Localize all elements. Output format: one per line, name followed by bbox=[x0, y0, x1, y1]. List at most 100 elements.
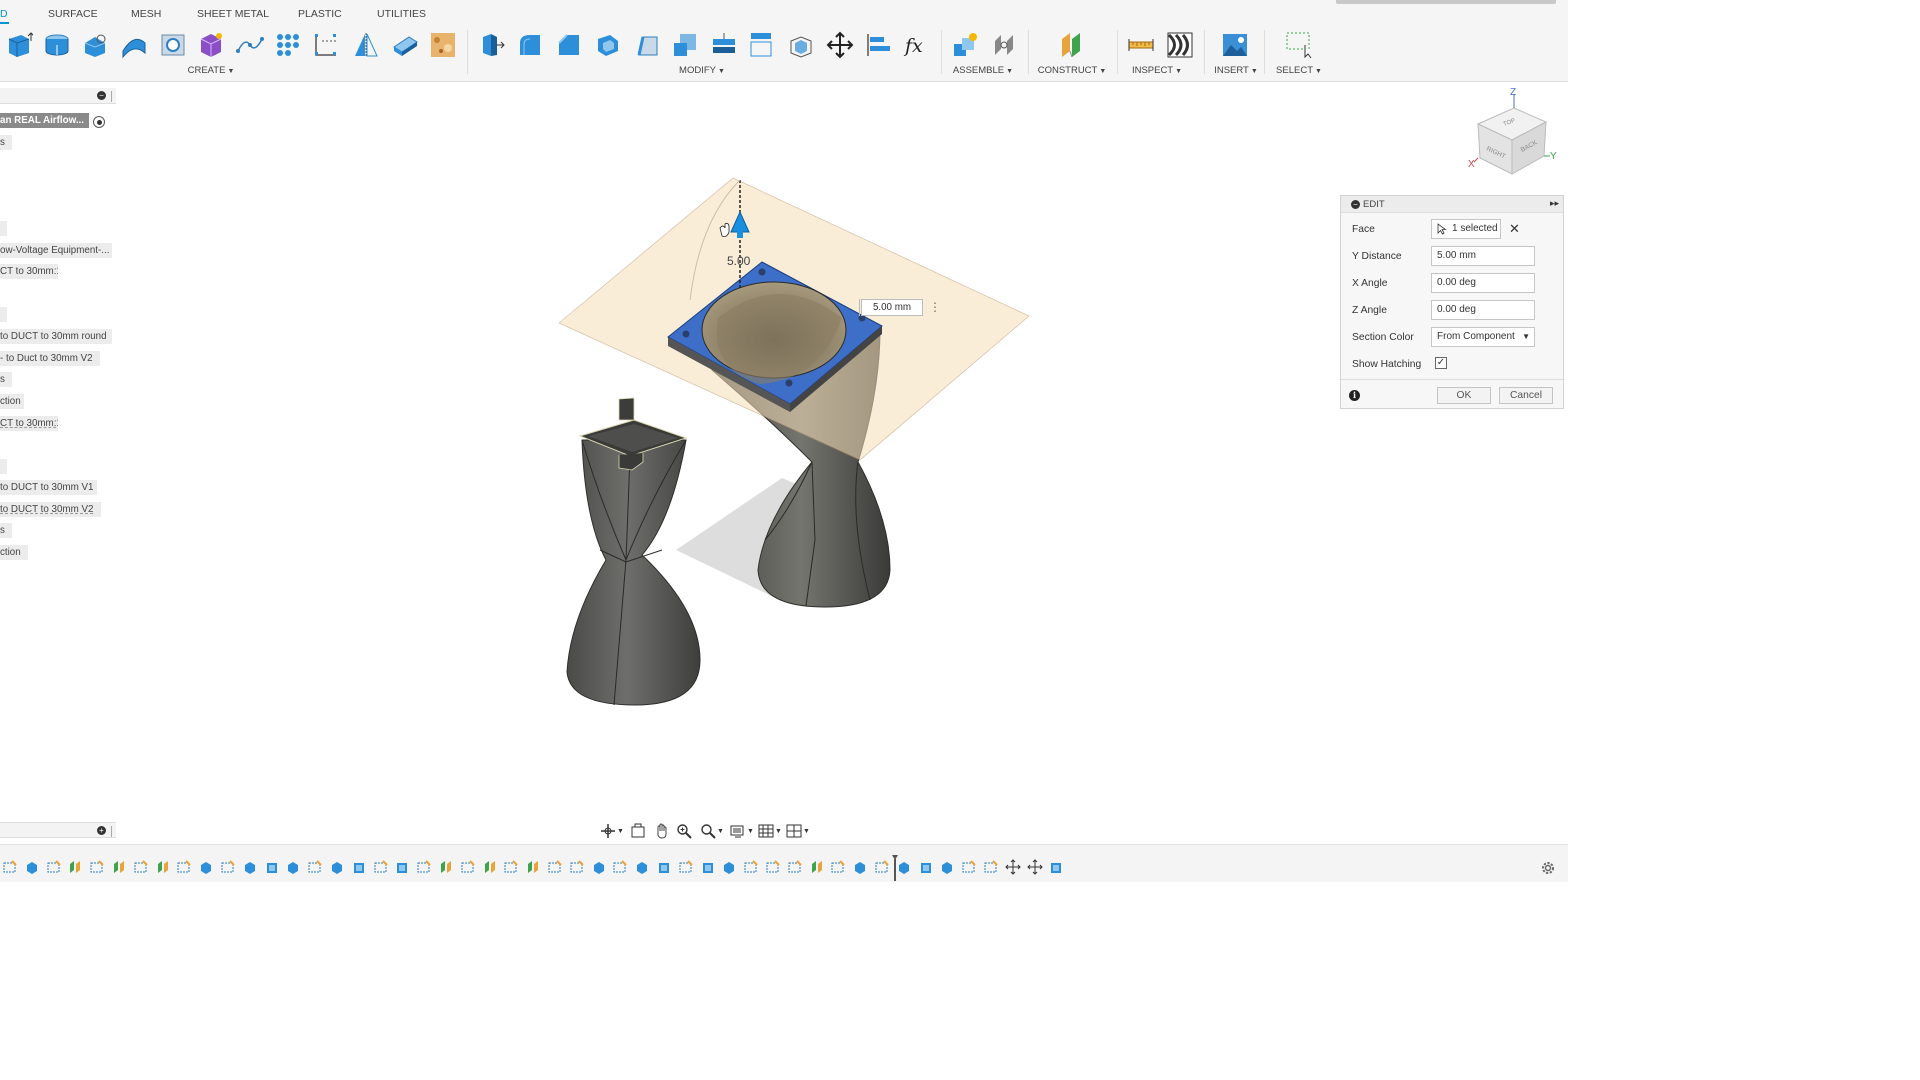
insert-canvas-icon[interactable] bbox=[1220, 30, 1250, 60]
timeline-feature-extrude-icon[interactable] bbox=[634, 859, 650, 875]
timeline-feature-box-icon[interactable] bbox=[656, 859, 672, 875]
tree-item[interactable] bbox=[0, 459, 7, 474]
timeline-feature-extrude-icon[interactable] bbox=[852, 859, 868, 875]
timeline-feature-sketch-icon[interactable] bbox=[678, 859, 694, 875]
activate-component-icon[interactable] bbox=[93, 116, 105, 128]
timeline-feature-sketch-icon[interactable] bbox=[787, 859, 803, 875]
timeline-feature-loft-icon[interactable] bbox=[525, 859, 541, 875]
x-angle-input[interactable]: 0.00 deg bbox=[1431, 273, 1535, 293]
inspect-menu[interactable]: INSPECT ▼ bbox=[1132, 65, 1182, 76]
chamfer-icon[interactable] bbox=[554, 30, 584, 60]
timeline-feature-move-icon[interactable] bbox=[1026, 859, 1043, 875]
z-angle-input[interactable]: 0.00 deg bbox=[1431, 300, 1535, 320]
tab-design[interactable]: D bbox=[0, 8, 8, 20]
timeline-feature-box-icon[interactable] bbox=[1048, 859, 1064, 875]
align-icon[interactable] bbox=[863, 30, 893, 60]
section-color-select[interactable]: From Component ▼ bbox=[1431, 327, 1535, 347]
ok-button[interactable]: OK bbox=[1437, 387, 1491, 404]
tree-item[interactable]: ction bbox=[0, 545, 28, 560]
replace-face-icon[interactable] bbox=[746, 30, 776, 60]
face-selection-field[interactable]: 1 selected bbox=[1431, 219, 1501, 239]
info-icon[interactable]: i bbox=[1349, 390, 1360, 401]
timeline-feature-sketch-icon[interactable] bbox=[547, 859, 563, 875]
timeline-feature-extrude-icon[interactable] bbox=[285, 859, 301, 875]
timeline-feature-move-icon[interactable] bbox=[1005, 859, 1021, 875]
mirror-icon[interactable] bbox=[351, 30, 381, 60]
hole-icon[interactable] bbox=[158, 30, 188, 60]
timeline-feature-sketch-icon[interactable] bbox=[743, 859, 759, 875]
timeline-feature-sketch-icon[interactable] bbox=[2, 859, 18, 875]
display-settings-button[interactable]: ▼ bbox=[730, 821, 754, 841]
timeline-feature-box-icon[interactable] bbox=[351, 859, 367, 875]
zebra-analysis-icon[interactable] bbox=[1165, 30, 1195, 60]
construct-menu[interactable]: CONSTRUCT ▼ bbox=[1038, 65, 1107, 76]
gear-icon[interactable] bbox=[1540, 860, 1556, 876]
clear-selection-icon[interactable]: ✕ bbox=[1509, 222, 1520, 235]
tree-item[interactable] bbox=[0, 221, 7, 236]
viewports-button[interactable]: ▼ bbox=[786, 821, 810, 841]
assemble-menu[interactable]: ASSEMBLE ▼ bbox=[953, 65, 1013, 76]
grid-settings-button[interactable]: ▼ bbox=[758, 821, 782, 841]
timeline-feature-extrude-icon[interactable] bbox=[896, 859, 912, 875]
timeline-feature-sketch-icon[interactable] bbox=[176, 859, 192, 875]
tab-sheet-metal[interactable]: SHEET METAL bbox=[197, 8, 269, 20]
scale-icon[interactable] bbox=[670, 30, 700, 60]
timeline-feature-sketch-icon[interactable] bbox=[765, 859, 781, 875]
timeline-feature-box-icon[interactable] bbox=[264, 859, 280, 875]
tree-item[interactable]: ow-Voltage Equipment-... bbox=[0, 243, 112, 258]
timeline-feature-sketch-icon[interactable] bbox=[983, 859, 999, 875]
thicken-icon[interactable] bbox=[390, 30, 420, 60]
panel-grip[interactable] bbox=[111, 91, 113, 102]
tree-item[interactable]: to DUCT to 30mm round bbox=[0, 329, 112, 344]
timeline-feature-box-icon[interactable] bbox=[394, 859, 410, 875]
timeline-feature-sketch-icon[interactable] bbox=[307, 859, 323, 875]
move-icon[interactable] bbox=[825, 30, 855, 60]
revolve-icon[interactable] bbox=[80, 30, 110, 60]
timeline-feature-sketch-icon[interactable] bbox=[89, 859, 105, 875]
3d-viewport[interactable]: 5.00 bbox=[0, 82, 1568, 842]
timeline-feature-sketch-icon[interactable] bbox=[416, 859, 432, 875]
pan-button[interactable] bbox=[654, 821, 670, 841]
insert-menu[interactable]: INSERT ▼ bbox=[1214, 65, 1258, 76]
press-pull-icon[interactable] bbox=[476, 30, 506, 60]
pattern-icon[interactable] bbox=[273, 30, 303, 60]
fillet-icon[interactable] bbox=[515, 30, 545, 60]
zoom-button[interactable] bbox=[676, 821, 692, 841]
model-canvas[interactable] bbox=[0, 82, 1568, 842]
tree-item[interactable]: s bbox=[0, 135, 12, 150]
comments-expand-icon[interactable]: + bbox=[97, 826, 106, 835]
tree-item[interactable]: CT to 30mm:1 bbox=[0, 264, 58, 279]
panel-grip[interactable] bbox=[111, 826, 113, 837]
shell-icon[interactable] bbox=[593, 30, 623, 60]
draft-icon[interactable] bbox=[632, 30, 662, 60]
timeline-feature-box-icon[interactable] bbox=[918, 859, 934, 875]
top-scrollbar[interactable] bbox=[1336, 0, 1556, 4]
timeline-feature-sketch-icon[interactable] bbox=[961, 859, 977, 875]
timeline-feature-loft-icon[interactable] bbox=[482, 859, 498, 875]
timeline-feature-sketch-icon[interactable] bbox=[569, 859, 585, 875]
spline-icon[interactable] bbox=[235, 30, 265, 60]
timeline-feature-sketch-icon[interactable] bbox=[460, 859, 476, 875]
timeline-feature-extrude-icon[interactable] bbox=[242, 859, 258, 875]
timeline-feature-extrude-icon[interactable] bbox=[591, 859, 607, 875]
timeline-feature-loft-icon[interactable] bbox=[111, 859, 127, 875]
combine-icon[interactable] bbox=[709, 30, 739, 60]
rectangular-pattern-icon[interactable] bbox=[311, 30, 341, 60]
form-icon[interactable] bbox=[196, 30, 226, 60]
extrude-icon[interactable] bbox=[42, 30, 72, 60]
decal-icon[interactable] bbox=[428, 30, 458, 60]
tree-item[interactable] bbox=[0, 307, 7, 322]
fit-button[interactable]: ▼ bbox=[700, 821, 724, 841]
timeline-feature-box-icon[interactable] bbox=[700, 859, 716, 875]
dialog-expand-icon[interactable]: ▸▸ bbox=[1550, 198, 1559, 209]
timeline-feature-extrude-icon[interactable] bbox=[24, 859, 40, 875]
window-select-icon[interactable] bbox=[1284, 30, 1314, 60]
tree-item[interactable]: s bbox=[0, 523, 12, 538]
measure-icon[interactable] bbox=[1126, 30, 1156, 60]
browser-collapse-icon[interactable]: − bbox=[97, 91, 106, 100]
new-component-assemble-icon[interactable] bbox=[950, 30, 980, 60]
sweep-icon[interactable] bbox=[119, 30, 149, 60]
tab-surface[interactable]: SURFACE bbox=[48, 8, 98, 20]
look-at-button[interactable] bbox=[630, 821, 646, 841]
timeline-track[interactable] bbox=[0, 857, 1062, 879]
